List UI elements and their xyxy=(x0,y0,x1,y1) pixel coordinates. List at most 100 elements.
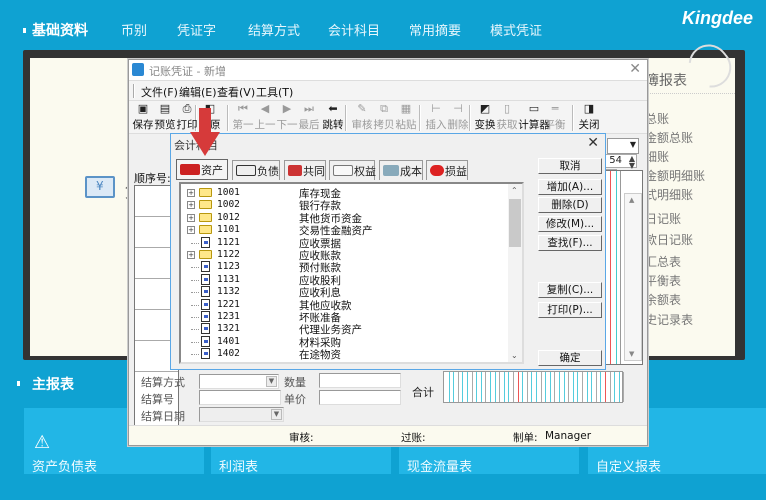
toolbar-button-delete[interactable]: ⊣ 删除 xyxy=(446,103,470,135)
toolbar-button-prev[interactable]: ◀ 上一 xyxy=(253,103,277,135)
grid-line xyxy=(577,372,579,402)
account-row[interactable]: +1001 库存现金 xyxy=(181,187,509,200)
sequence-label: 顺序号: xyxy=(134,172,171,185)
toolbar-button-fetch[interactable]: ▯ 获取 xyxy=(495,103,519,135)
nav-item-voucher-type[interactable]: 凭证字 xyxy=(177,20,216,39)
settle-no-input[interactable] xyxy=(199,390,281,405)
toolbar-button-last[interactable]: ⏭ 最后 xyxy=(297,103,321,135)
account-tree[interactable]: ⌃ ⌄ +1001 库存现金 +1002 银行存款 +1012 其他货币资金 +1101 交易… xyxy=(179,182,524,364)
dialog-close-icon[interactable]: ✕ xyxy=(587,135,599,151)
account-row[interactable]: +1012 其他货币资金 xyxy=(181,212,509,225)
window-titlebar[interactable]: 记账凭证 - 新增 ✕ xyxy=(129,60,647,80)
grid-line xyxy=(536,372,537,402)
balance-icon: ═ xyxy=(551,102,559,115)
account-row[interactable]: +1122 应收账款 xyxy=(181,249,509,262)
account-row[interactable]: 1221 其他应收款 xyxy=(181,298,509,312)
settle-date-picker[interactable]: ▼ xyxy=(199,407,284,422)
nav-item-accounts[interactable]: 会计科目 xyxy=(328,20,380,39)
tab-assets[interactable]: 资产 xyxy=(176,159,228,180)
tab-equity[interactable]: 权益 xyxy=(329,160,376,180)
report-link[interactable]: 余额表 xyxy=(645,291,681,308)
report-link[interactable]: 款日记账 xyxy=(645,231,693,248)
quantity-input[interactable] xyxy=(319,373,401,388)
tab-profit-loss[interactable]: 损益 xyxy=(426,160,468,180)
scroll-up-icon[interactable]: ▲ xyxy=(629,196,634,204)
report-link[interactable]: 式明细账 xyxy=(645,186,693,203)
toolbar-grip[interactable] xyxy=(133,84,135,98)
expand-icon[interactable]: + xyxy=(187,226,195,235)
account-code: 1123 xyxy=(217,261,240,273)
report-link[interactable]: 史记录表 xyxy=(645,311,693,328)
grid-line xyxy=(568,372,570,402)
account-row[interactable]: 1123 预付账款 xyxy=(181,261,509,274)
scroll-thumb[interactable] xyxy=(509,199,521,247)
report-link[interactable]: 日记账 xyxy=(645,210,681,227)
nav-item-template-voucher[interactable]: 模式凭证 xyxy=(490,20,542,39)
report-link[interactable]: 金额总账 xyxy=(645,129,693,146)
toolbar-button-balance[interactable]: ═ 平衡 xyxy=(543,103,567,135)
toolbar-button-first[interactable]: ⏮ 第一 xyxy=(231,103,255,135)
menu-edit[interactable]: 编辑(E) xyxy=(179,84,217,100)
account-row[interactable]: 1231 坏账准备 xyxy=(181,311,509,324)
account-row[interactable]: 1402 在途物资 xyxy=(181,348,509,361)
nav-item-common-summary[interactable]: 常用摘要 xyxy=(409,20,461,39)
toolbar-button-save[interactable]: ▣ 保存 xyxy=(131,103,155,135)
toolbar-button-copy[interactable]: ⧉ 拷贝 xyxy=(372,103,396,135)
settle-method-label: 结算方式 xyxy=(141,376,185,389)
account-row[interactable]: 1401 材料采购 xyxy=(181,335,509,349)
toolbar-button-jump[interactable]: ⬅ 跳转 xyxy=(321,103,345,135)
nav-item-basic-data[interactable]: 基础资料 xyxy=(32,20,88,40)
print-button[interactable]: 打印(P)... xyxy=(538,302,602,318)
report-link[interactable]: 金额明细账 xyxy=(645,167,705,184)
toolbar-button-transform[interactable]: ◩ 变换 xyxy=(473,103,497,135)
toolbar-button-close-door[interactable]: ◨ 关闭 xyxy=(577,103,601,135)
toolbar-button-preview[interactable]: ▤ 预览 xyxy=(153,103,177,135)
expand-icon[interactable]: + xyxy=(187,201,195,210)
delete-button[interactable]: 删除(D) xyxy=(538,197,602,213)
spin-arrows-icon[interactable]: ▲▼ xyxy=(629,155,635,170)
account-row[interactable]: +1002 银行存款 xyxy=(181,199,509,212)
report-link[interactable]: 汇总表 xyxy=(645,253,681,270)
unit-price-input[interactable] xyxy=(319,390,401,405)
report-link[interactable]: 平衡表 xyxy=(645,272,681,289)
find-button[interactable]: 查找(F)... xyxy=(538,235,602,251)
tab-common[interactable]: 共同 xyxy=(284,160,326,180)
grid-scrollbar[interactable]: ▲ ▼ xyxy=(624,193,642,361)
menu-file[interactable]: 文件(F) xyxy=(141,84,178,100)
toolbar-button-insert[interactable]: ⊢ 插入 xyxy=(424,103,448,135)
period-select[interactable]: ▼ xyxy=(607,138,639,154)
nav-item-currency[interactable]: 币别 xyxy=(121,20,147,39)
modify-button[interactable]: 修改(M)... xyxy=(538,216,602,232)
scroll-down-icon[interactable]: ⌄ xyxy=(511,351,518,360)
report-link[interactable]: 总账 xyxy=(645,110,669,127)
cancel-button[interactable]: 取消 xyxy=(538,158,602,174)
menu-view[interactable]: 查看(V) xyxy=(217,84,255,100)
toolbar-button-audit[interactable]: ✎ 审核 xyxy=(350,103,374,135)
tile-label: 自定义报表 xyxy=(596,460,662,475)
account-row[interactable]: +1101 交易性金融资产 xyxy=(181,224,509,237)
scroll-down-icon[interactable]: ▼ xyxy=(629,350,634,358)
window-close-icon[interactable]: ✕ xyxy=(629,61,641,77)
toolbar-button-next[interactable]: ▶ 下一 xyxy=(275,103,299,135)
scroll-up-icon[interactable]: ⌃ xyxy=(511,186,518,195)
expand-icon[interactable]: + xyxy=(187,189,195,197)
nav-item-settlement[interactable]: 结算方式 xyxy=(248,20,300,39)
settle-method-select[interactable]: ▼ xyxy=(199,374,279,389)
report-link[interactable]: 细账 xyxy=(645,148,669,165)
grid-line xyxy=(457,372,459,402)
unit-price-label: 单价 xyxy=(284,393,306,406)
add-button[interactable]: 增加(A)... xyxy=(538,179,602,195)
account-row[interactable]: 1121 应收票据 xyxy=(181,236,509,250)
expand-icon[interactable]: + xyxy=(187,251,195,259)
tree-scrollbar[interactable]: ⌃ ⌄ xyxy=(508,184,522,362)
ok-button[interactable]: 确定 xyxy=(538,350,602,366)
copy-button[interactable]: 复制(C)... xyxy=(538,282,602,298)
menu-tools[interactable]: 工具(T) xyxy=(256,84,293,100)
account-row[interactable]: 1321 代理业务资产 xyxy=(181,323,509,336)
account-row[interactable]: 1132 应收利息 xyxy=(181,286,509,299)
expand-icon[interactable]: + xyxy=(187,213,195,222)
account-row[interactable]: 1131 应收股利 xyxy=(181,273,509,287)
toolbar-button-paste[interactable]: ▦ 粘贴 xyxy=(394,103,418,135)
tab-cost[interactable]: 成本 xyxy=(379,160,423,180)
tab-liabilities[interactable]: 负债 xyxy=(232,160,280,180)
